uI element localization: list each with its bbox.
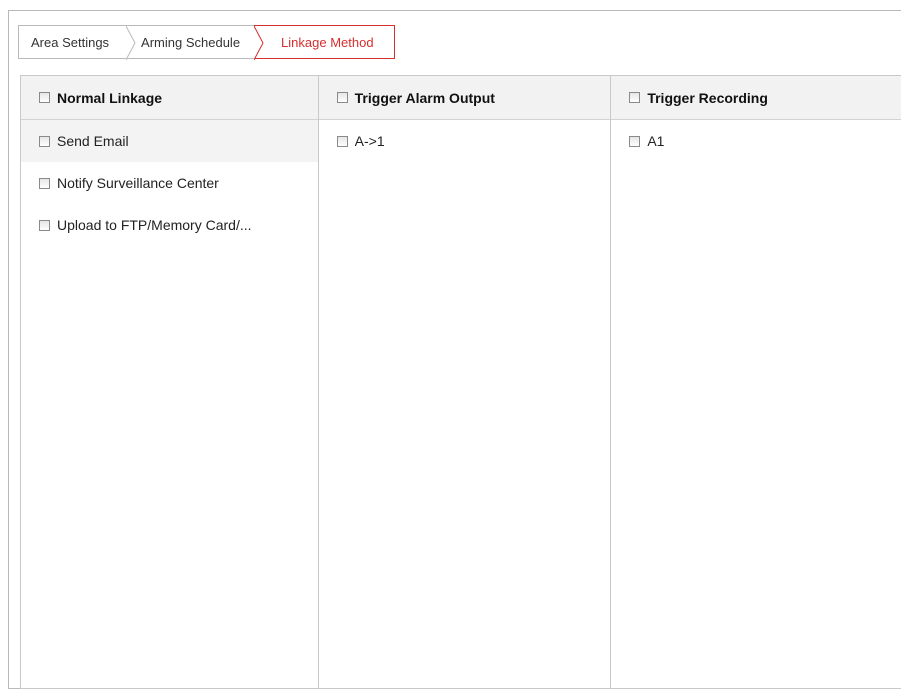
tab-label: Linkage Method — [281, 34, 374, 50]
tab-linkage-method[interactable]: Linkage Method — [254, 25, 395, 60]
column-header: Trigger Recording — [611, 76, 901, 120]
column-header-label: Normal Linkage — [57, 89, 163, 106]
select-all-checkbox[interactable] — [629, 92, 641, 103]
chevron-separator-icon — [254, 26, 264, 60]
column-normal-linkage: Normal Linkage Send Email Notify Surveil… — [21, 76, 319, 688]
send-email-checkbox[interactable] — [39, 135, 50, 147]
list-item-label: A1 — [647, 133, 665, 149]
linkage-grid: Normal Linkage Send Email Notify Surveil… — [20, 75, 901, 689]
list-item[interactable]: Send Email — [21, 120, 318, 162]
tab-label: Area Settings — [31, 34, 110, 50]
list-item-label: Notify Surveillance Center — [57, 175, 219, 191]
list-item[interactable]: A->1 — [319, 120, 611, 162]
tab-area-settings[interactable]: Area Settings — [18, 25, 136, 60]
list-item[interactable]: Notify Surveillance Center — [21, 162, 318, 204]
list-item-label: Upload to FTP/Memory Card/... — [57, 217, 252, 233]
list-item-label: Send Email — [57, 133, 129, 149]
recording-channel-checkbox[interactable] — [629, 135, 641, 147]
tab-label: Arming Schedule — [141, 34, 241, 50]
select-all-checkbox[interactable] — [336, 92, 348, 103]
list-item[interactable]: A1 — [611, 120, 901, 162]
list-item[interactable]: Upload to FTP/Memory Card/... — [21, 204, 318, 246]
column-header-label: Trigger Recording — [647, 89, 768, 106]
column-trigger-alarm-output: Trigger Alarm Output A->1 — [318, 76, 612, 688]
alarm-output-checkbox[interactable] — [336, 135, 348, 147]
upload-ftp-checkbox[interactable] — [39, 219, 50, 231]
column-header-label: Trigger Alarm Output — [354, 89, 495, 106]
tab-arming-schedule[interactable]: Arming Schedule — [127, 25, 255, 59]
list-item-label: A->1 — [354, 133, 385, 149]
select-all-checkbox[interactable] — [39, 92, 50, 103]
notify-center-checkbox[interactable] — [39, 177, 50, 189]
column-trigger-recording: Trigger Recording A1 — [611, 76, 901, 688]
chevron-separator-icon — [126, 26, 136, 60]
column-header: Trigger Alarm Output — [318, 76, 611, 120]
tab-bar: Area Settings Arming Schedule Linkage Me… — [18, 25, 395, 60]
column-header: Normal Linkage — [21, 76, 318, 120]
